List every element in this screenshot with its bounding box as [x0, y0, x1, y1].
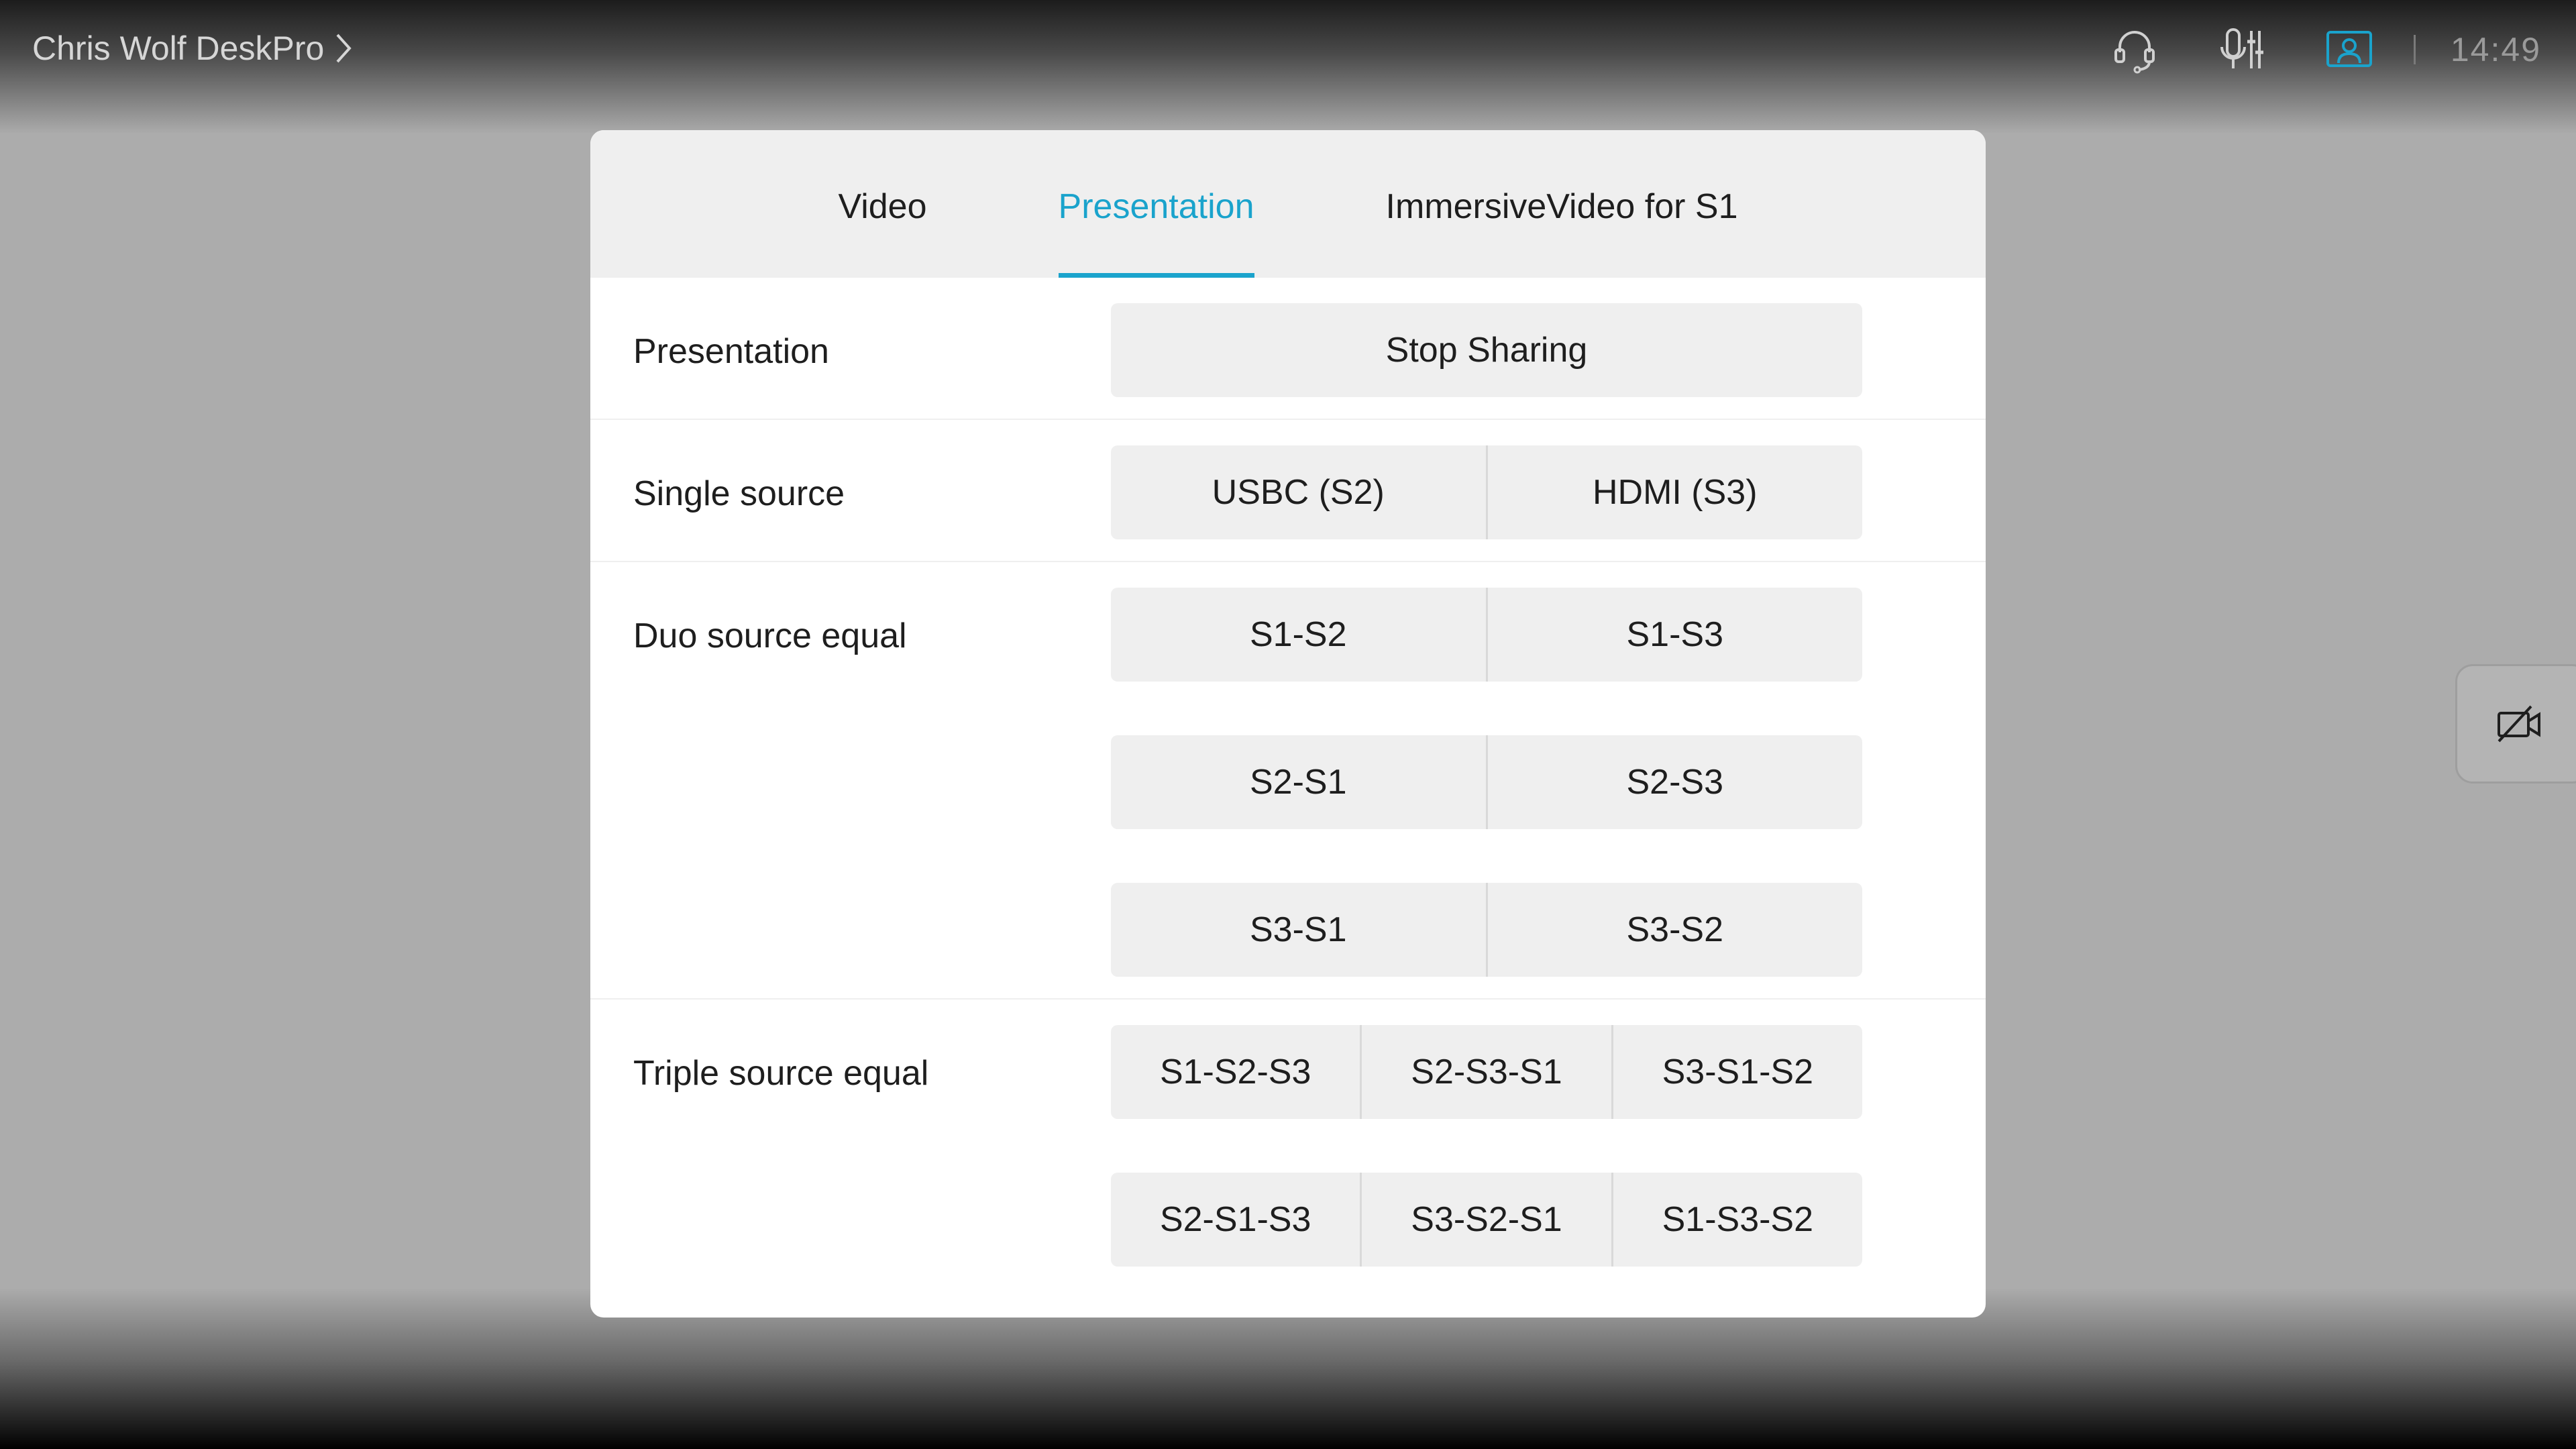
layout-button-usbc[interactable]: USBC (S2)	[1111, 445, 1486, 539]
stop-sharing-button[interactable]: Stop Sharing	[1111, 303, 1862, 397]
camera-off-icon	[2498, 705, 2540, 743]
tab-presentation[interactable]: Presentation	[1058, 130, 1254, 278]
layout-button-s1-s3-s2[interactable]: S1-S3-S2	[1611, 1173, 1862, 1267]
row-triple-source: Triple source equal S1-S2-S3 S2-S3-S1 S3…	[590, 1000, 1986, 1267]
layout-button-s2-s1-s3[interactable]: S2-S1-S3	[1111, 1173, 1360, 1267]
self-view-icon[interactable]	[2321, 21, 2377, 78]
layout-button-s3-s1-s2[interactable]: S3-S1-S2	[1611, 1025, 1862, 1119]
row-presentation: Presentation Stop Sharing	[590, 278, 1986, 420]
row-single-source: Single source USBC (S2) HDMI (S3)	[590, 420, 1986, 562]
tab-immersive-video[interactable]: ImmersiveVideo for S1	[1386, 130, 1738, 278]
row-label: Single source	[633, 474, 845, 513]
layout-button-s3-s1[interactable]: S3-S1	[1111, 883, 1486, 977]
headset-icon[interactable]	[2106, 21, 2163, 78]
status-bar: 14:49	[2055, 17, 2541, 82]
mic-settings-icon[interactable]	[2214, 21, 2270, 78]
device-name-link[interactable]: Chris Wolf DeskPro	[32, 24, 354, 72]
row-label: Triple source equal	[633, 1054, 929, 1093]
layout-button-hdmi[interactable]: HDMI (S3)	[1485, 445, 1862, 539]
layout-button-s3-s2[interactable]: S3-S2	[1485, 883, 1862, 977]
tab-video[interactable]: Video	[838, 130, 926, 278]
clock: 14:49	[2450, 31, 2541, 68]
camera-off-button[interactable]	[2455, 664, 2576, 784]
layout-button-s1-s3[interactable]: S1-S3	[1485, 588, 1862, 682]
layout-button-s2-s3[interactable]: S2-S3	[1485, 735, 1862, 829]
layout-button-s3-s2-s1[interactable]: S3-S2-S1	[1360, 1173, 1611, 1267]
presentation-dialog: Video Presentation ImmersiveVideo for S1…	[590, 130, 1986, 1318]
layout-button-s2-s1[interactable]: S2-S1	[1111, 735, 1486, 829]
chevron-right-icon	[336, 34, 352, 63]
layout-button-s2-s3-s1[interactable]: S2-S3-S1	[1360, 1025, 1611, 1119]
row-label: Presentation	[633, 332, 829, 371]
dialog-tabs: Video Presentation ImmersiveVideo for S1	[590, 130, 1986, 278]
status-divider	[2413, 35, 2416, 64]
layout-button-s1-s2[interactable]: S1-S2	[1111, 588, 1486, 682]
layout-button-s1-s2-s3[interactable]: S1-S2-S3	[1111, 1025, 1360, 1119]
device-name-label: Chris Wolf DeskPro	[32, 30, 325, 67]
row-duo-source: Duo source equal S1-S2 S1-S3 S2-S1 S2-S3…	[590, 562, 1986, 1000]
row-label: Duo source equal	[633, 616, 907, 655]
